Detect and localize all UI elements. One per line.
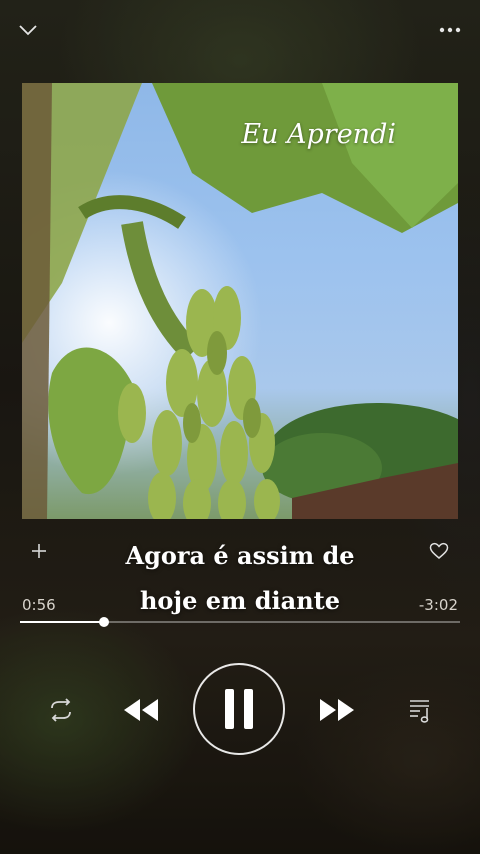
lyrics-line-2: hoje em diante: [139, 586, 341, 615]
plus-icon[interactable]: [26, 538, 52, 564]
heart-icon[interactable]: [426, 539, 452, 563]
lyrics-line-1: Agora é assim de: [125, 541, 355, 570]
pause-icon: [225, 689, 253, 729]
chevron-down-icon[interactable]: [12, 14, 44, 46]
progress-knob[interactable]: [98, 617, 109, 627]
lyrics-display: Agora é assim de hoje em diante: [80, 533, 400, 623]
rewind-icon[interactable]: [118, 690, 164, 730]
more-horizontal-icon[interactable]: [434, 14, 466, 46]
progress-bar[interactable]: [20, 617, 460, 627]
progress-fill: [20, 621, 104, 623]
top-bar: [0, 0, 480, 60]
fast-forward-icon[interactable]: [314, 690, 360, 730]
playback-controls: [0, 660, 480, 760]
playlist-queue-icon[interactable]: [404, 693, 438, 727]
pause-button[interactable]: [193, 663, 285, 755]
elapsed-time: 0:56: [22, 596, 56, 614]
remaining-time: -3:02: [418, 596, 458, 614]
repeat-icon[interactable]: [44, 695, 78, 725]
album-artwork: Eu Aprendi: [22, 83, 458, 519]
artwork-title: Eu Aprendi: [241, 119, 396, 150]
